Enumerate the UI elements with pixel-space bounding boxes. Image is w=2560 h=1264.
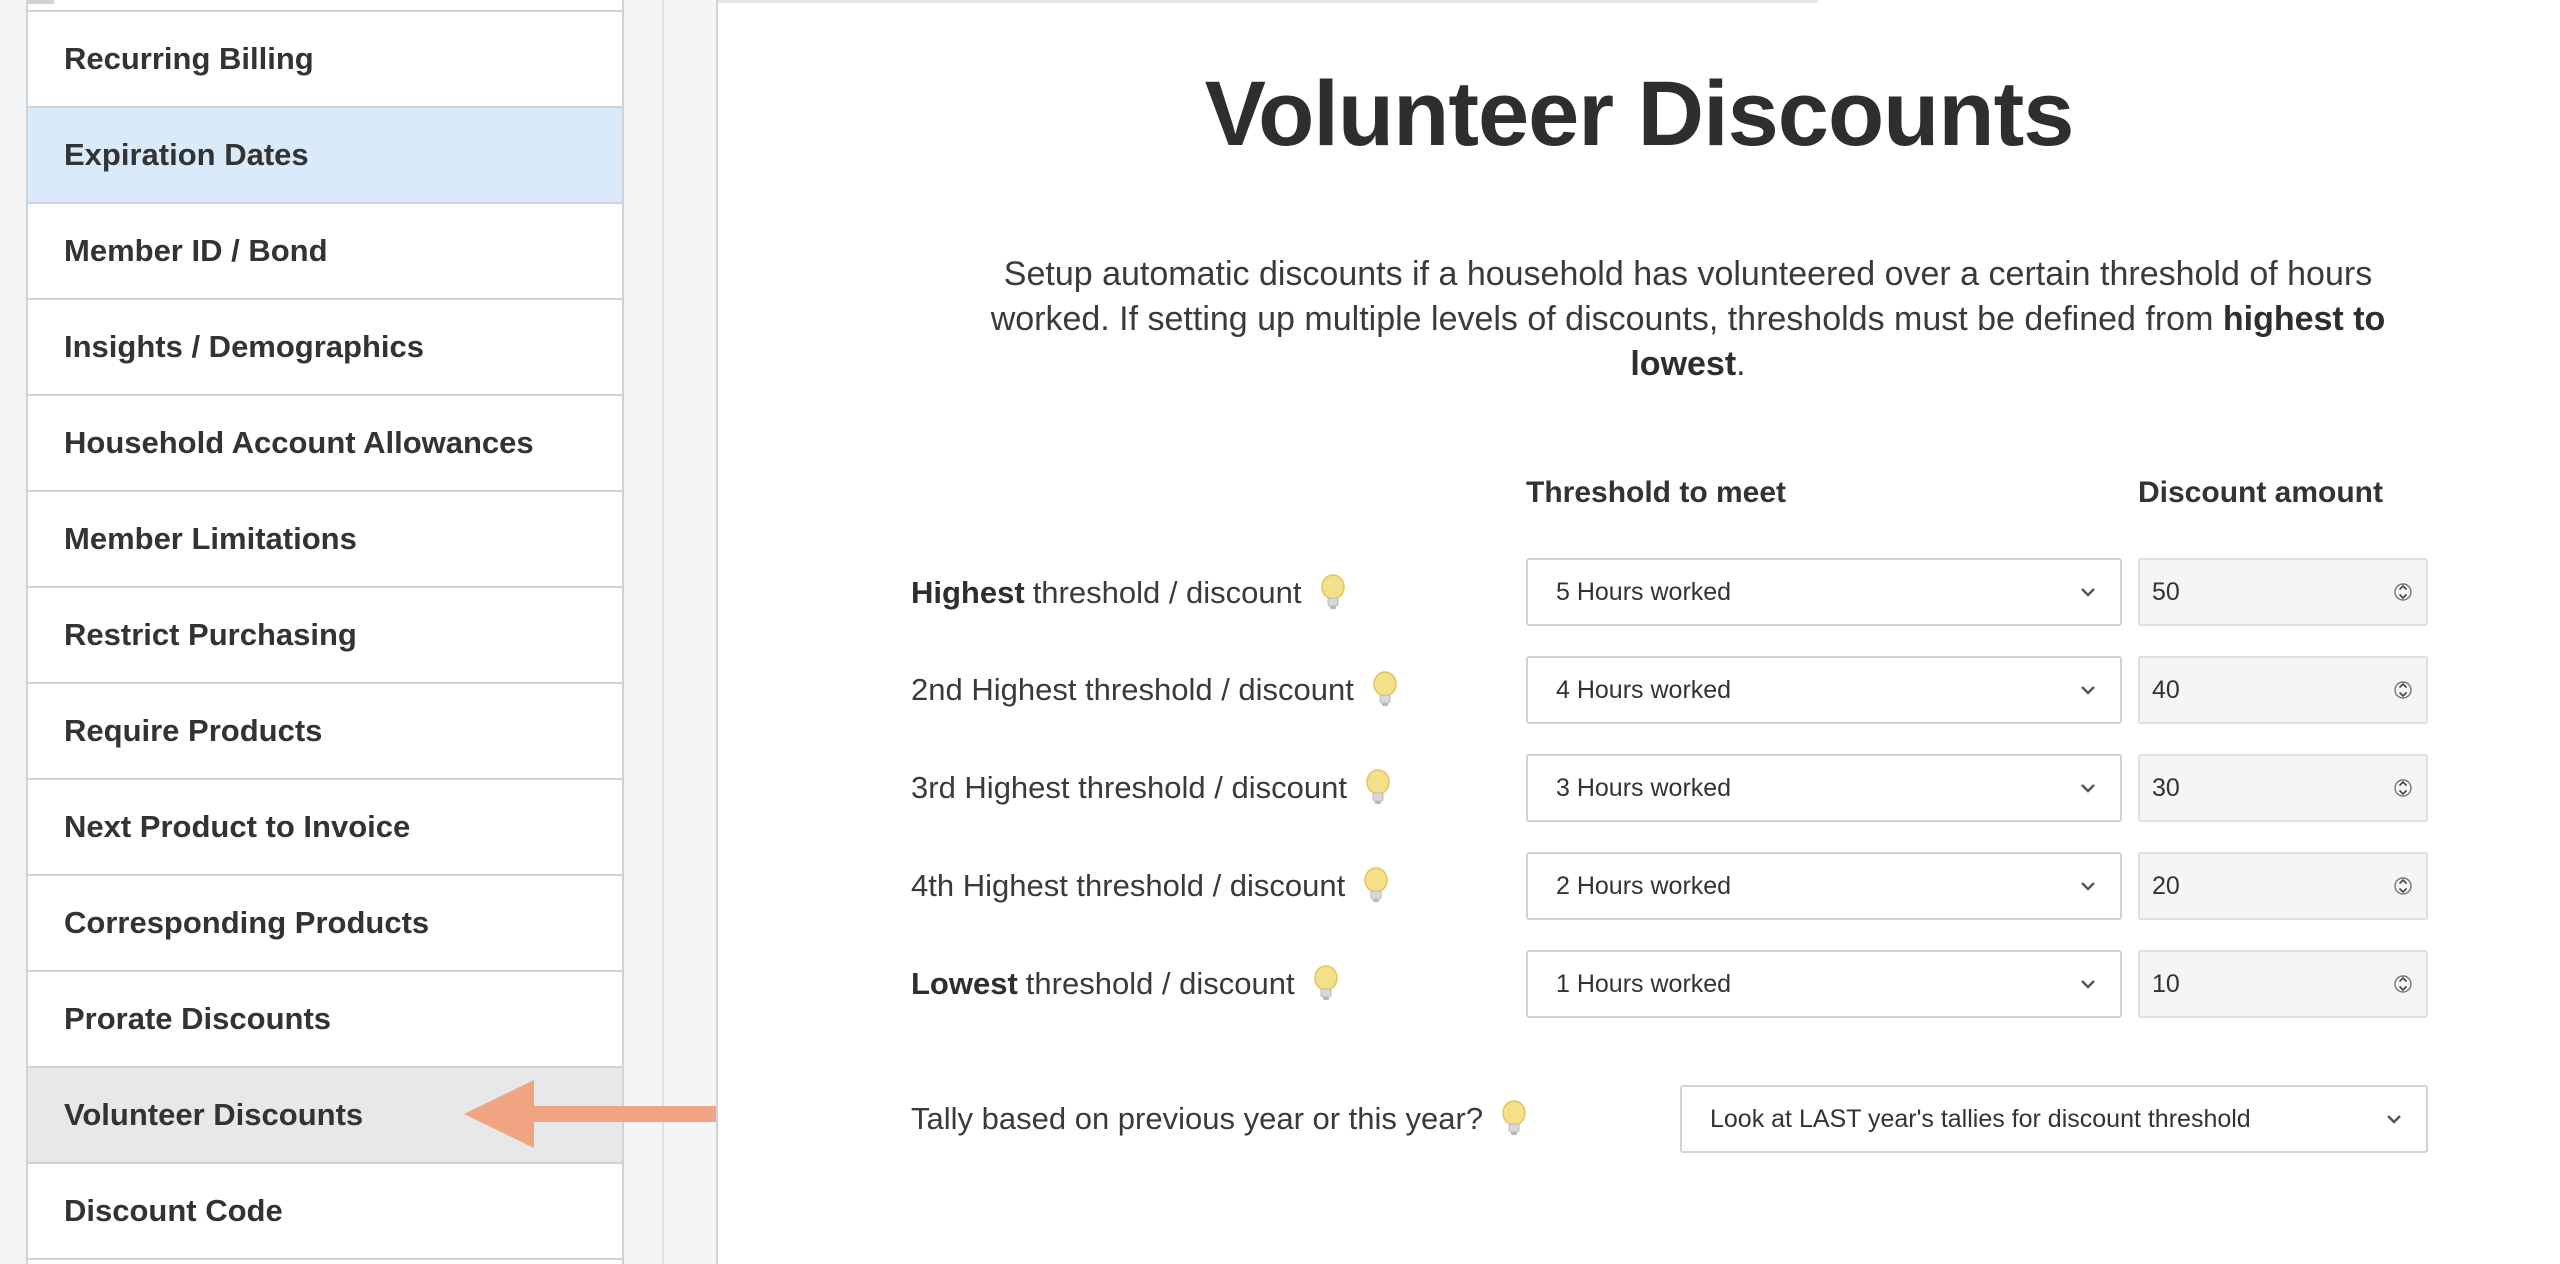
sidebar-item-label: Member Limitations — [64, 521, 357, 556]
threshold-row-label: 4th Highest threshold / discount — [911, 863, 1391, 909]
sidebar-top-notch — [28, 0, 54, 4]
tally-label-text: Tally based on previous year or this yea… — [911, 1101, 1484, 1136]
sidebar-item-member-id-bond[interactable]: Member ID / Bond — [28, 204, 622, 300]
threshold-select[interactable]: 3 Hours worked — [1526, 754, 2122, 822]
threshold-select-value: 4 Hours worked — [1556, 675, 1732, 704]
intro-text: Setup automatic discounts if a household… — [978, 252, 2398, 387]
sidebar-item-next-product-to-invoice[interactable]: Next Product to Invoice — [28, 780, 622, 876]
spinner-icon[interactable] — [2394, 872, 2412, 900]
sidebar-item-corresponding-products[interactable]: Corresponding Products — [28, 876, 622, 972]
lightbulb-icon[interactable] — [1311, 964, 1341, 1004]
discount-amount-value: 10 — [2152, 969, 2180, 998]
threshold-select-value: 2 Hours worked — [1556, 871, 1732, 900]
left-gutter — [0, 0, 26, 1264]
row-label-text: 3rd Highest threshold / discount — [911, 770, 1347, 805]
threshold-select-value: 3 Hours worked — [1556, 773, 1732, 802]
sidebar-item-label: Member ID / Bond — [64, 233, 328, 268]
page-title: Volunteer Discounts — [1204, 63, 2075, 165]
threshold-row-label: 2nd Highest threshold / discount — [911, 667, 1400, 713]
sidebar-item-prorate-discounts[interactable]: Prorate Discounts — [28, 972, 622, 1068]
chevron-down-icon — [2081, 588, 2095, 597]
threshold-select[interactable]: 2 Hours worked — [1526, 852, 2122, 920]
tally-select-value: Look at LAST year's tallies for discount… — [1710, 1104, 2251, 1133]
sidebar-item-discount-code[interactable]: Discount Code — [28, 1164, 622, 1260]
row-label-text: threshold / discount — [1025, 966, 1295, 1001]
discount-amount-value: 40 — [2152, 675, 2180, 704]
sidebar-item-label: Recurring Billing — [64, 41, 314, 76]
threshold-row-label: Lowest threshold / discount — [911, 961, 1341, 1007]
sidebar-item-household-account-allowances[interactable]: Household Account Allowances — [28, 396, 622, 492]
spinner-icon[interactable] — [2394, 774, 2412, 802]
sidebar-item-label: Volunteer Discounts — [64, 1097, 364, 1132]
threshold-select-value: 5 Hours worked — [1556, 577, 1732, 606]
chevron-down-icon — [2081, 882, 2095, 891]
lightbulb-icon[interactable] — [1499, 1099, 1529, 1139]
spinner-icon[interactable] — [2394, 970, 2412, 998]
discount-amount-input[interactable]: 30 — [2138, 754, 2428, 822]
discount-amount-input[interactable]: 40 — [2138, 656, 2428, 724]
threshold-row-label: 3rd Highest threshold / discount — [911, 765, 1393, 811]
arrow-left-icon — [464, 1080, 716, 1148]
sidebar-item-require-products[interactable]: Require Products — [28, 684, 622, 780]
sidebar-item-label: Expiration Dates — [64, 137, 309, 172]
discount-amount-value: 30 — [2152, 773, 2180, 802]
threshold-select-value: 1 Hours worked — [1556, 969, 1732, 998]
sidebar-item-member-limitations[interactable]: Member Limitations — [28, 492, 622, 588]
main-content: Volunteer Discounts Setup automatic disc… — [718, 0, 2560, 1264]
sidebar-item-recurring-billing[interactable]: Recurring Billing — [28, 12, 622, 108]
sidebar-item-expiration-dates[interactable]: Expiration Dates — [28, 108, 622, 204]
lightbulb-icon[interactable] — [1318, 573, 1348, 613]
row-label-emphasis: Highest — [911, 575, 1025, 610]
row-label-emphasis: Lowest — [911, 966, 1018, 1001]
discount-amount-input[interactable]: 50 — [2138, 558, 2428, 626]
sidebar-item-label: Household Account Allowances — [64, 425, 534, 460]
sidebar-item-label: Corresponding Products — [64, 905, 430, 940]
discount-amount-value: 20 — [2152, 871, 2180, 900]
discount-column-header: Discount amount — [2138, 476, 2383, 509]
spinner-icon[interactable] — [2394, 676, 2412, 704]
top-edge-line — [718, 0, 1818, 3]
sidebar-item-label: Require Products — [64, 713, 323, 748]
row-label-text: 2nd Highest threshold / discount — [911, 672, 1354, 707]
sidebar-item-label: Next Product to Invoice — [64, 809, 411, 844]
chevron-down-icon — [2081, 980, 2095, 989]
lightbulb-icon[interactable] — [1363, 768, 1393, 808]
threshold-column-header: Threshold to meet — [1526, 476, 1787, 509]
sidebar-item-label: Insights / Demographics — [64, 329, 425, 364]
spinner-icon[interactable] — [2394, 578, 2412, 606]
sidebar-item-insights-demographics[interactable]: Insights / Demographics — [28, 300, 622, 396]
threshold-select[interactable]: 4 Hours worked — [1526, 656, 2122, 724]
tally-year-select[interactable]: Look at LAST year's tallies for discount… — [1680, 1085, 2428, 1153]
discount-amount-input[interactable]: 20 — [2138, 852, 2428, 920]
lightbulb-icon[interactable] — [1361, 866, 1391, 906]
intro-body: Setup automatic discounts if a household… — [990, 255, 2373, 338]
sidebar-item-restrict-purchasing[interactable]: Restrict Purchasing — [28, 588, 622, 684]
chevron-down-icon — [2387, 1115, 2401, 1124]
row-label-text: 4th Highest threshold / discount — [911, 868, 1346, 903]
row-label-text: threshold / discount — [1032, 575, 1302, 610]
threshold-select[interactable]: 5 Hours worked — [1526, 558, 2122, 626]
discount-amount-value: 50 — [2152, 577, 2180, 606]
threshold-row-label: Highest threshold / discount — [911, 570, 1348, 616]
lightbulb-icon[interactable] — [1370, 670, 1400, 710]
chevron-down-icon — [2081, 784, 2095, 793]
sidebar-item-label: Discount Code — [64, 1193, 283, 1228]
discount-amount-input[interactable]: 10 — [2138, 950, 2428, 1018]
sidebar-item-label: Prorate Discounts — [64, 1001, 332, 1036]
tally-label: Tally based on previous year or this yea… — [911, 1096, 1529, 1142]
sidebar-item-label: Restrict Purchasing — [64, 617, 357, 652]
threshold-select[interactable]: 1 Hours worked — [1526, 950, 2122, 1018]
intro-end: . — [1736, 345, 1746, 383]
chevron-down-icon — [2081, 686, 2095, 695]
